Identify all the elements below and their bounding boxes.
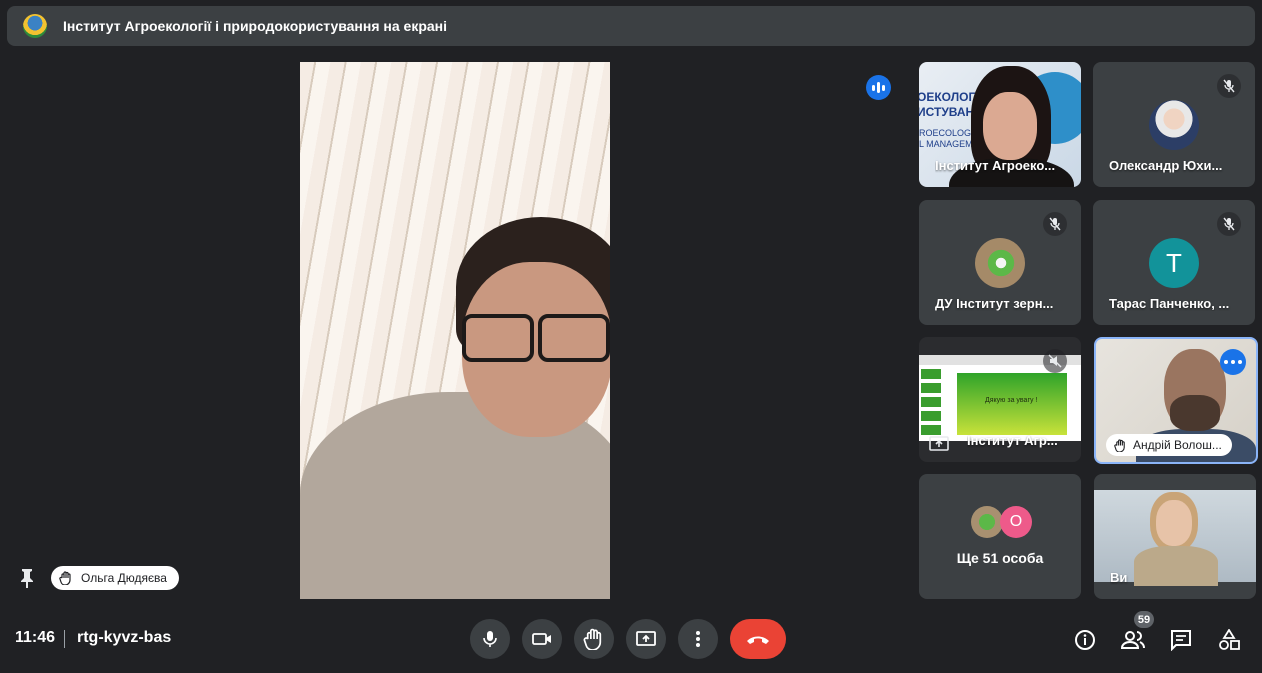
self-view-tile[interactable]: Ви [1094,474,1256,599]
institute-logo-icon [23,14,47,38]
raise-hand-icon [59,571,71,585]
more-options-icon[interactable] [1220,349,1246,375]
divider [64,630,65,648]
self-face [1156,500,1192,546]
activities-button[interactable] [1216,627,1242,653]
chat-button[interactable] [1168,627,1194,653]
ppt-thumbnails [921,369,941,437]
slide-text: Дякую за увагу ! [985,397,1038,404]
more-participants-tile[interactable]: О Ще 51 особа [919,474,1081,599]
camera-button[interactable] [522,619,562,659]
participant-tile[interactable]: T Тарас Панченко, ... [1093,200,1255,325]
more-participants-label: Ще 51 особа [956,550,1044,566]
avatar: T [1149,238,1199,288]
avatar [1149,100,1199,150]
self-video [1094,490,1256,586]
mic-off-icon [1217,74,1241,98]
participant-name: Інститут Агр... [967,433,1058,448]
present-icon [636,631,656,646]
avatar [971,506,1003,538]
participant-name: ДУ Інститут зерн... [935,296,1054,311]
participant-face [983,92,1037,160]
speaker-glasses [462,314,610,362]
mic-icon [483,631,497,647]
participant-name: Андрій Волош... [1133,438,1222,452]
participant-beard [1170,395,1220,431]
ppt-slide: Дякую за увагу ! [957,373,1067,435]
participant-tile[interactable]: ОЕКОЛОГІ ИСТУВАНН ROECOLOGY L MANAGEMENT… [919,62,1081,187]
main-speaker-name-chip: Ольга Дюдяєва [51,566,179,590]
participant-tile[interactable]: Дякую за увагу ! Інститут Агр... [919,337,1081,462]
presentation-banner: Інститут Агроекології і природокористува… [7,6,1255,46]
screen-share-icon [929,436,949,451]
info-icon [1075,630,1095,650]
more-options-button[interactable] [678,619,718,659]
people-button[interactable] [1120,627,1146,653]
activities-icon [1219,629,1240,650]
end-call-button[interactable] [730,619,786,659]
meeting-time: 11:46 [15,629,56,646]
more-options-icon [696,631,700,647]
mic-off-icon [1217,212,1241,236]
raise-hand-button[interactable] [574,619,614,659]
info-button[interactable] [1072,627,1098,653]
participant-tile[interactable]: Андрій Волош... [1094,337,1258,464]
participant-name: Тарас Панченко, ... [1109,296,1230,311]
audio-level-icon [866,75,891,100]
participant-name: Олександр Юхи... [1109,158,1223,173]
camera-icon [532,633,551,645]
end-call-icon [747,636,769,644]
people-count-badge: 59 [1134,611,1154,628]
raise-hand-icon [1114,438,1125,452]
volume-off-icon [1043,349,1067,373]
self-name: Ви [1110,570,1128,585]
avatar: О [1000,506,1032,538]
participant-tile[interactable]: Олександр Юхи... [1093,62,1255,187]
mic-off-icon [1043,212,1067,236]
banner-title: Інститут Агроекології і природокористува… [63,18,448,34]
meeting-code: rtg-kyvz-bas [77,629,172,646]
chat-icon [1171,630,1191,651]
avatar [975,238,1025,288]
main-speaker-name: Ольга Дюдяєва [81,571,167,585]
pin-icon[interactable] [18,568,36,588]
hand-raised-chip: Андрій Волош... [1106,434,1232,456]
participant-tile[interactable]: ДУ Інститут зерн... [919,200,1081,325]
main-speaker-video[interactable] [300,62,610,599]
mic-button[interactable] [470,619,510,659]
present-button[interactable] [626,619,666,659]
participant-name: Інститут Агроеко... [935,158,1056,173]
people-icon [1121,631,1145,649]
raise-hand-icon [583,628,602,650]
